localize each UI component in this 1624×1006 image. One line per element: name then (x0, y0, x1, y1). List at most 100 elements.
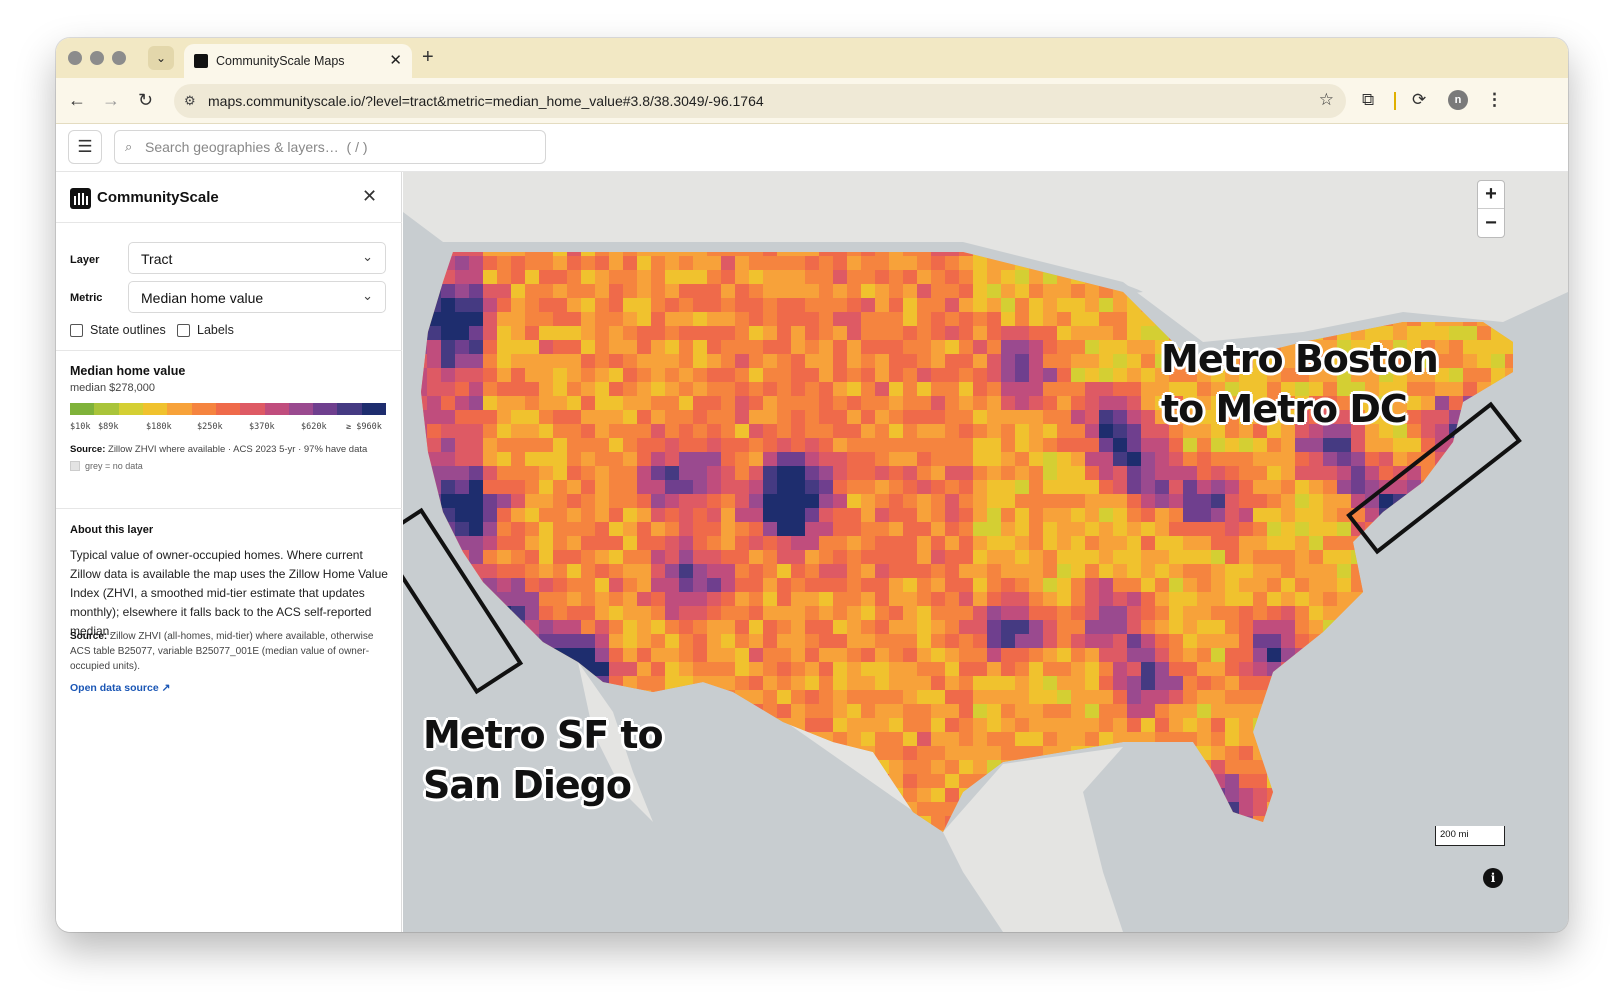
maximize-window-button[interactable] (112, 51, 126, 65)
tab-search-button[interactable]: ⌄ (148, 46, 174, 70)
layer-select[interactable]: Tract ⌄ (128, 242, 386, 274)
tract-tile (651, 508, 665, 522)
tract-tile (553, 326, 567, 340)
tract-tile (833, 368, 847, 382)
tract-tile (1295, 480, 1309, 494)
tract-tile (455, 340, 469, 354)
tract-tile (1099, 424, 1113, 438)
close-panel-icon[interactable]: ✕ (362, 186, 377, 207)
zoom-out-button[interactable]: − (1478, 210, 1504, 238)
tract-tile (567, 578, 581, 592)
tract-tile (931, 648, 945, 662)
extension-leaf-icon[interactable]: ⟳ (1412, 90, 1426, 110)
tract-tile (833, 690, 847, 704)
tract-tile (651, 284, 665, 298)
tract-tile (1029, 312, 1043, 326)
search-input[interactable] (145, 131, 535, 163)
tract-tile (455, 312, 469, 326)
tract-tile (833, 410, 847, 424)
tract-tile (721, 452, 735, 466)
url-text[interactable]: maps.communityscale.io/?level=tract&metr… (208, 93, 764, 109)
tract-tile (693, 550, 707, 564)
map-canvas[interactable]: Metro Boston to Metro DC Metro SF to San… (403, 172, 1568, 932)
metric-select[interactable]: Median home value ⌄ (128, 281, 386, 313)
tract-tile (595, 480, 609, 494)
tract-tile (889, 690, 903, 704)
tract-tile (847, 522, 861, 536)
tract-tile (1127, 452, 1141, 466)
tract-tile (847, 662, 861, 676)
browser-menu-icon[interactable]: ⋮ (1486, 90, 1503, 110)
tract-tile (889, 466, 903, 480)
tract-tile (847, 256, 861, 270)
tract-tile (651, 480, 665, 494)
tract-tile (483, 298, 497, 312)
tract-tile (1267, 634, 1281, 648)
tract-tile (1141, 452, 1155, 466)
forward-arrow-icon[interactable]: → (102, 90, 120, 111)
open-data-source-link[interactable]: Open data source ↗ (70, 682, 170, 694)
tract-tile (1085, 550, 1099, 564)
about-source-text: Zillow ZHVI (all-homes, mid-tier) where … (70, 631, 374, 672)
tract-tile (497, 564, 511, 578)
info-icon[interactable]: i (1483, 868, 1503, 888)
tract-tile (1015, 382, 1029, 396)
tract-tile (1043, 340, 1057, 354)
labels-checkbox[interactable] (177, 324, 190, 337)
state-outlines-label[interactable]: State outlines (90, 323, 166, 337)
extensions-puzzle-icon[interactable]: ⧉ (1362, 90, 1374, 110)
search-box[interactable]: ⌕ (114, 130, 546, 164)
tract-tile (805, 676, 819, 690)
tract-tile (1015, 704, 1029, 718)
back-arrow-icon[interactable]: ← (68, 90, 86, 111)
address-bar[interactable]: ⚙ maps.communityscale.io/?level=tract&me… (174, 84, 1346, 118)
site-settings-icon[interactable]: ⚙ (184, 93, 196, 109)
profile-avatar-icon[interactable]: n (1448, 90, 1468, 110)
legend-tick: ≥ $960k (346, 422, 382, 432)
tract-tile (903, 774, 917, 788)
tract-tile (749, 298, 763, 312)
tract-tile (819, 410, 833, 424)
tab-close-icon[interactable]: ✕ (389, 51, 402, 69)
tract-tile (1169, 480, 1183, 494)
zoom-in-button[interactable]: + (1478, 181, 1504, 209)
minimize-window-button[interactable] (90, 51, 104, 65)
tract-tile (1057, 410, 1071, 424)
tract-tile (427, 368, 441, 382)
labels-label[interactable]: Labels (197, 323, 234, 337)
tract-tile (875, 662, 889, 676)
tract-tile (777, 536, 791, 550)
tract-tile (931, 256, 945, 270)
tract-tile (1099, 508, 1113, 522)
tract-tile (1197, 438, 1211, 452)
tract-tile (651, 536, 665, 550)
close-window-button[interactable] (68, 51, 82, 65)
tract-tile (1127, 480, 1141, 494)
tract-tile (973, 620, 987, 634)
tract-tile (917, 396, 931, 410)
tract-tile (1015, 424, 1029, 438)
tract-tile (1281, 480, 1295, 494)
tract-tile (931, 494, 945, 508)
tract-tile (623, 410, 637, 424)
state-outlines-checkbox[interactable] (70, 324, 83, 337)
tract-tile (679, 452, 693, 466)
tract-tile (1449, 354, 1463, 368)
bookmark-star-icon[interactable]: ☆ (1319, 90, 1334, 110)
tract-tile (987, 522, 1001, 536)
choropleth-map[interactable] (403, 172, 1568, 932)
tract-tile (931, 410, 945, 424)
tract-tile (539, 382, 553, 396)
tract-tile (805, 662, 819, 676)
reload-icon[interactable]: ↻ (138, 90, 153, 111)
tract-tile (833, 704, 847, 718)
browser-tab[interactable]: CommunityScale Maps ✕ (184, 44, 412, 78)
tract-tile (1127, 690, 1141, 704)
menu-hamburger-icon[interactable]: ☰ (68, 130, 102, 164)
tract-tile (1211, 564, 1225, 578)
tract-tile (763, 298, 777, 312)
tract-tile (707, 494, 721, 508)
new-tab-button[interactable]: + (422, 46, 434, 69)
tract-tile (903, 788, 917, 802)
tract-tile (1001, 480, 1015, 494)
